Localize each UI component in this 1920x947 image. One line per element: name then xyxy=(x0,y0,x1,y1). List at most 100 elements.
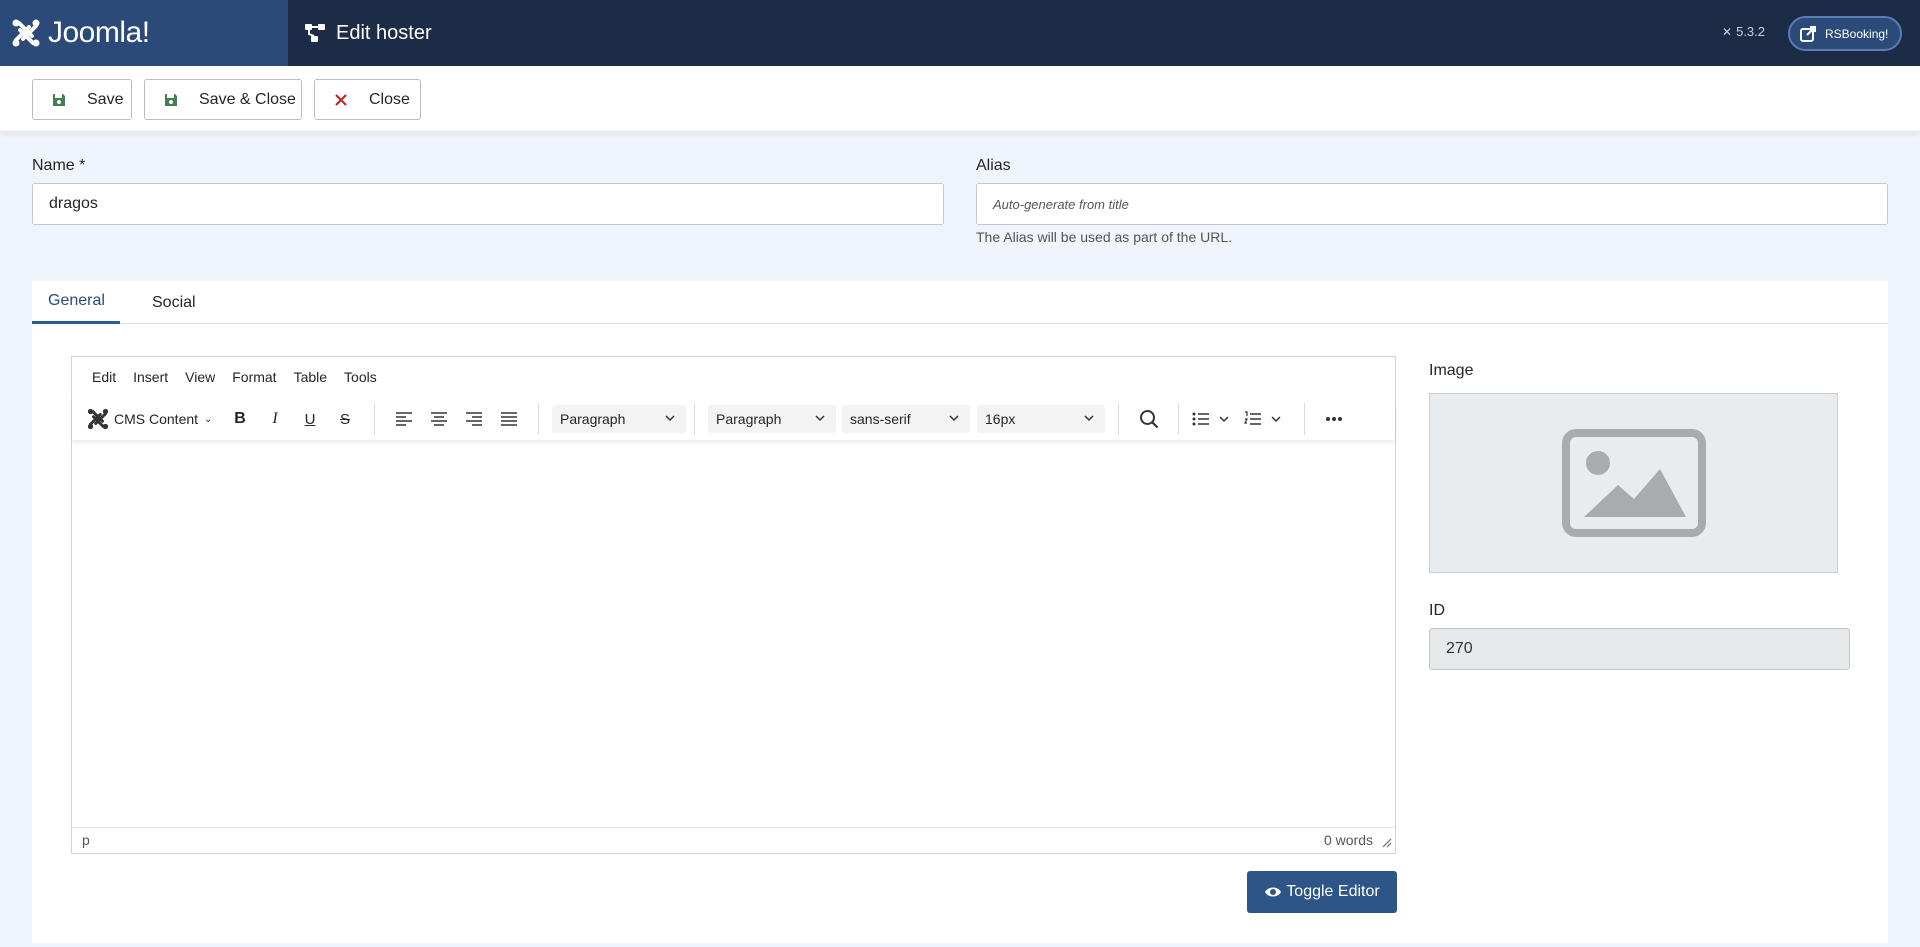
style-format-value: Paragraph xyxy=(716,411,782,427)
editor-statusbar: p 0 words xyxy=(72,827,1395,853)
menu-format[interactable]: Format xyxy=(232,369,276,385)
align-center-icon xyxy=(431,412,447,426)
element-path[interactable]: p xyxy=(82,832,90,848)
view-site-button[interactable]: RSBooking! xyxy=(1788,16,1902,51)
alias-help-text: The Alias will be used as part of the UR… xyxy=(976,229,1233,245)
chevron-down-icon xyxy=(815,415,825,422)
hoster-icon xyxy=(305,24,325,42)
menu-table[interactable]: Table xyxy=(294,369,327,385)
cms-content-dropdown[interactable]: CMS Content ⌄ xyxy=(86,405,218,433)
joomla-icon xyxy=(87,408,109,430)
editor-toolbar: CMS Content ⌄ B I U S Paragraph Paragrap… xyxy=(72,397,1395,440)
align-justify-icon xyxy=(501,412,517,426)
menu-edit[interactable]: Edit xyxy=(92,369,116,385)
block-format-value: Paragraph xyxy=(560,411,626,427)
editor-content-area[interactable] xyxy=(72,443,1395,827)
image-label: Image xyxy=(1429,362,1474,379)
more-tools-button[interactable] xyxy=(1318,405,1350,433)
toggle-editor-button[interactable]: Toggle Editor xyxy=(1247,871,1397,913)
tab-bar: General Social xyxy=(32,281,1888,324)
alias-placeholder: Auto-generate from title xyxy=(993,196,1129,212)
joomla-icon xyxy=(12,19,40,47)
strikethrough-button[interactable]: S xyxy=(331,405,359,433)
underline-icon: U xyxy=(304,410,316,428)
save-button[interactable]: Save xyxy=(32,79,132,120)
style-format-select[interactable]: Paragraph xyxy=(708,405,836,433)
save-close-label: Save & Close xyxy=(199,90,296,108)
bold-icon: B xyxy=(234,410,246,427)
top-header: Joomla! Edit hoster ✕ 5.3.2 RSBooking! xyxy=(0,0,1920,66)
image-placeholder-icon xyxy=(1561,429,1706,537)
tab-general-label: General xyxy=(48,292,105,309)
font-family-value: sans-serif xyxy=(850,411,911,427)
tab-social[interactable]: Social xyxy=(136,281,212,324)
view-site-label: RSBooking! xyxy=(1825,26,1889,41)
close-label: Close xyxy=(369,90,410,108)
numbered-list-icon xyxy=(1244,411,1261,425)
name-label: Name * xyxy=(32,157,86,174)
justify-button[interactable] xyxy=(495,405,523,433)
toolbar-separator xyxy=(374,403,375,435)
toolbar-separator xyxy=(1304,403,1305,435)
bold-button[interactable]: B xyxy=(226,405,254,433)
close-icon xyxy=(333,92,349,108)
menu-view[interactable]: View xyxy=(185,369,215,385)
id-label: ID xyxy=(1429,602,1445,619)
chevron-down-icon xyxy=(1084,415,1094,422)
toolbar-separator xyxy=(694,403,695,435)
page-title: Edit hoster xyxy=(336,21,432,44)
search-replace-button[interactable] xyxy=(1133,405,1165,433)
eye-icon xyxy=(1265,887,1282,897)
toolbar-separator xyxy=(538,403,539,435)
menu-tools[interactable]: Tools xyxy=(344,369,377,385)
save-icon xyxy=(163,92,179,108)
underline-button[interactable]: U xyxy=(296,405,324,433)
menu-insert[interactable]: Insert xyxy=(133,369,168,385)
align-left-icon xyxy=(396,412,412,426)
joomla-small-icon: ✕ xyxy=(1722,24,1733,39)
word-count: 0 words xyxy=(1323,832,1373,848)
save-label: Save xyxy=(87,90,124,108)
id-value: 270 xyxy=(1446,640,1473,657)
bullet-list-icon xyxy=(1192,412,1209,426)
numbered-list-button[interactable] xyxy=(1244,405,1290,433)
editor-menubar: Edit Insert View Format Table Tools xyxy=(72,357,1395,397)
alias-input[interactable]: Auto-generate from title xyxy=(976,183,1888,225)
toolbar-separator xyxy=(1118,403,1119,435)
toggle-editor-label: Toggle Editor xyxy=(1286,883,1380,900)
cms-content-label: CMS Content xyxy=(114,411,199,427)
bullet-list-button[interactable] xyxy=(1192,405,1238,433)
save-icon xyxy=(51,92,67,108)
version-info: ✕ 5.3.2 xyxy=(1722,24,1765,39)
block-format-select[interactable]: Paragraph xyxy=(552,405,686,433)
version-text: 5.3.2 xyxy=(1736,24,1765,39)
align-center-button[interactable] xyxy=(425,405,453,433)
align-left-button[interactable] xyxy=(390,405,418,433)
name-input[interactable]: dragos xyxy=(32,183,944,225)
italic-button[interactable]: I xyxy=(261,405,289,433)
font-size-select[interactable]: 16px xyxy=(977,405,1105,433)
name-value: dragos xyxy=(49,195,98,212)
font-family-select[interactable]: sans-serif xyxy=(842,405,970,433)
tab-general[interactable]: General xyxy=(32,281,120,324)
save-close-button[interactable]: Save & Close xyxy=(144,79,302,120)
id-field: 270 xyxy=(1429,628,1850,670)
alias-label: Alias xyxy=(976,157,1011,174)
chevron-down-icon xyxy=(949,415,959,422)
resize-handle-icon[interactable] xyxy=(1382,838,1392,848)
image-preview[interactable] xyxy=(1429,393,1838,573)
tab-social-label: Social xyxy=(152,293,196,311)
action-toolbar: Save Save & Close Close xyxy=(0,66,1920,132)
italic-icon: I xyxy=(272,410,278,427)
strikethrough-icon: S xyxy=(339,410,350,428)
close-button[interactable]: Close xyxy=(314,79,421,120)
more-horizontal-icon xyxy=(1326,417,1342,421)
chevron-down-icon: ⌄ xyxy=(204,413,213,425)
chevron-down-icon xyxy=(1219,416,1229,423)
align-right-button[interactable] xyxy=(460,405,488,433)
font-size-value: 16px xyxy=(985,411,1016,427)
search-icon xyxy=(1140,410,1159,429)
align-right-icon xyxy=(466,412,482,426)
external-link-icon xyxy=(1800,25,1816,42)
joomla-logo[interactable]: Joomla! xyxy=(0,0,288,66)
